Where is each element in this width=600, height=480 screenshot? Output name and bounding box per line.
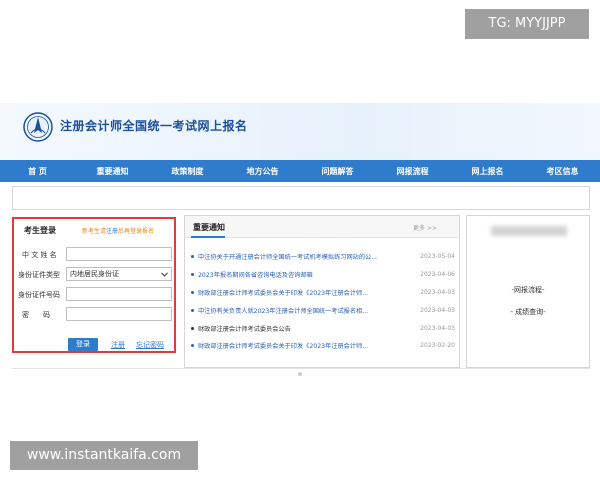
nav-policies[interactable]: 政策制度 — [150, 166, 225, 177]
register-hint: 新考生请注册后再登录报名 — [82, 226, 154, 235]
login-panel: 考生登录 新考生请注册后再登录报名 中 文 姓 名 身份证件类型 内地居民身份证… — [12, 217, 176, 353]
bullet-icon — [191, 344, 194, 348]
id-type-selected-value: 内地居民身份证 — [70, 270, 119, 278]
notice-title[interactable]: 财政部注册会计师考试委员会关于印发《2023年注册会计师... — [198, 288, 394, 297]
site-header: 注册会计师全国统一考试网上报名 — [0, 103, 600, 160]
main-navbar: 首 页 重要通知 政策制度 地方公告 问题解答 网报流程 网上报名 考区信息 — [0, 160, 600, 182]
password-input[interactable] — [66, 307, 172, 321]
notice-title[interactable]: 财政部注册会计师考试委员会公告 — [198, 324, 394, 333]
notice-date: 2023-02-20 — [420, 342, 455, 350]
notice-item[interactable]: 2023年报名期间各省咨询电话及咨询邮箱 2023-04-06 — [191, 266, 455, 284]
content-bottom-divider — [12, 368, 590, 369]
bullet-icon — [191, 326, 194, 330]
right-info-panel: -网报流程- - 成绩查询- — [466, 215, 590, 368]
nav-online-registration[interactable]: 网上报名 — [450, 166, 525, 177]
notice-item[interactable]: 财政部注册会计师考试委员会关于印发《2023年注册会计师... 2023-02-2… — [191, 337, 455, 355]
nav-important-notices[interactable]: 重要通知 — [75, 166, 150, 177]
notice-date: 2023-05-04 — [420, 253, 455, 261]
notice-title[interactable]: 财政部注册会计师考试委员会关于印发《2023年注册会计师... — [198, 341, 394, 350]
notice-strip — [12, 186, 590, 210]
blurred-content — [491, 226, 567, 236]
nav-local-announcements[interactable]: 地方公告 — [225, 166, 300, 177]
nav-faq[interactable]: 问题解答 — [300, 166, 375, 177]
login-button[interactable]: 登录 — [68, 338, 98, 351]
nav-home[interactable]: 首 页 — [0, 166, 75, 177]
nav-exam-area-info[interactable]: 考区信息 — [525, 166, 600, 177]
notice-item[interactable]: 财政部注册会计师考试委员会关于印发《2023年注册会计师... 2023-04-0… — [191, 284, 455, 302]
chevron-down-icon — [161, 271, 168, 277]
id-number-input[interactable] — [66, 287, 172, 301]
id-type-select[interactable]: 内地居民身份证 — [66, 267, 172, 281]
notices-header: 重要通知 更多 >> — [185, 216, 459, 238]
registration-process-link[interactable]: -网报流程- — [467, 285, 589, 295]
id-type-label: 身份证件类型 — [18, 271, 60, 279]
bullet-icon — [191, 308, 194, 312]
bullet-icon — [191, 273, 194, 277]
notice-title[interactable]: 中注协关于开通注册会计师全国统一考试机考模拟练习网站的公... — [198, 252, 394, 261]
notice-item[interactable]: 财政部注册会计师考试委员会公告 2023-04-03 — [191, 319, 455, 337]
notice-title[interactable]: 中注协有关负责人就2023年注册会计师全国统一考试报名相... — [198, 306, 394, 315]
score-query-link[interactable]: - 成绩查询- — [467, 307, 589, 317]
notices-title: 重要通知 — [193, 223, 225, 232]
name-input[interactable] — [66, 247, 172, 261]
notice-date: 2023-04-03 — [420, 306, 455, 314]
bullet-icon — [191, 255, 194, 259]
notices-title-underline — [191, 236, 225, 238]
notice-date: 2023-04-03 — [420, 288, 455, 296]
important-notices-panel: 重要通知 更多 >> 中注协关于开通注册会计师全国统一考试机考模拟练习网站的公.… — [184, 215, 460, 368]
watermark-top: TG: MYYJJPP — [465, 9, 589, 39]
register-hint-link[interactable]: 注册 — [106, 228, 118, 235]
notice-item[interactable]: 中注协关于开通注册会计师全国统一考试机考模拟练习网站的公... 2023-05-0… — [191, 248, 455, 266]
forgot-password-link[interactable]: 忘记密码 — [136, 340, 164, 350]
cicpa-logo-icon — [23, 112, 53, 142]
site-title: 注册会计师全国统一考试网上报名 — [60, 119, 248, 133]
name-label: 中 文 姓 名 — [22, 251, 57, 259]
notice-date: 2023-04-06 — [420, 271, 455, 279]
notice-title[interactable]: 2023年报名期间各省咨询电话及咨询邮箱 — [198, 270, 394, 279]
login-title: 考生登录 — [24, 226, 56, 235]
password-label: 密 码 — [22, 311, 50, 319]
register-link[interactable]: 注册 — [111, 340, 125, 350]
notices-list: 中注协关于开通注册会计师全国统一考试机考模拟练习网站的公... 2023-05-0… — [191, 248, 455, 355]
scroll-indicator — [298, 372, 302, 376]
register-hint-suffix: 后再登录报名 — [118, 228, 155, 235]
more-notices-link[interactable]: 更多 >> — [413, 223, 437, 232]
notice-date: 2023-04-03 — [420, 324, 455, 332]
id-number-label: 身份证件号码 — [18, 291, 60, 299]
bullet-icon — [191, 290, 194, 294]
notice-item[interactable]: 中注协有关负责人就2023年注册会计师全国统一考试报名相... 2023-04-0… — [191, 301, 455, 319]
nav-registration-process[interactable]: 网报流程 — [375, 166, 450, 177]
watermark-bottom: www.instantkaifa.com — [10, 441, 198, 470]
register-hint-prefix: 新考生请 — [82, 228, 107, 235]
